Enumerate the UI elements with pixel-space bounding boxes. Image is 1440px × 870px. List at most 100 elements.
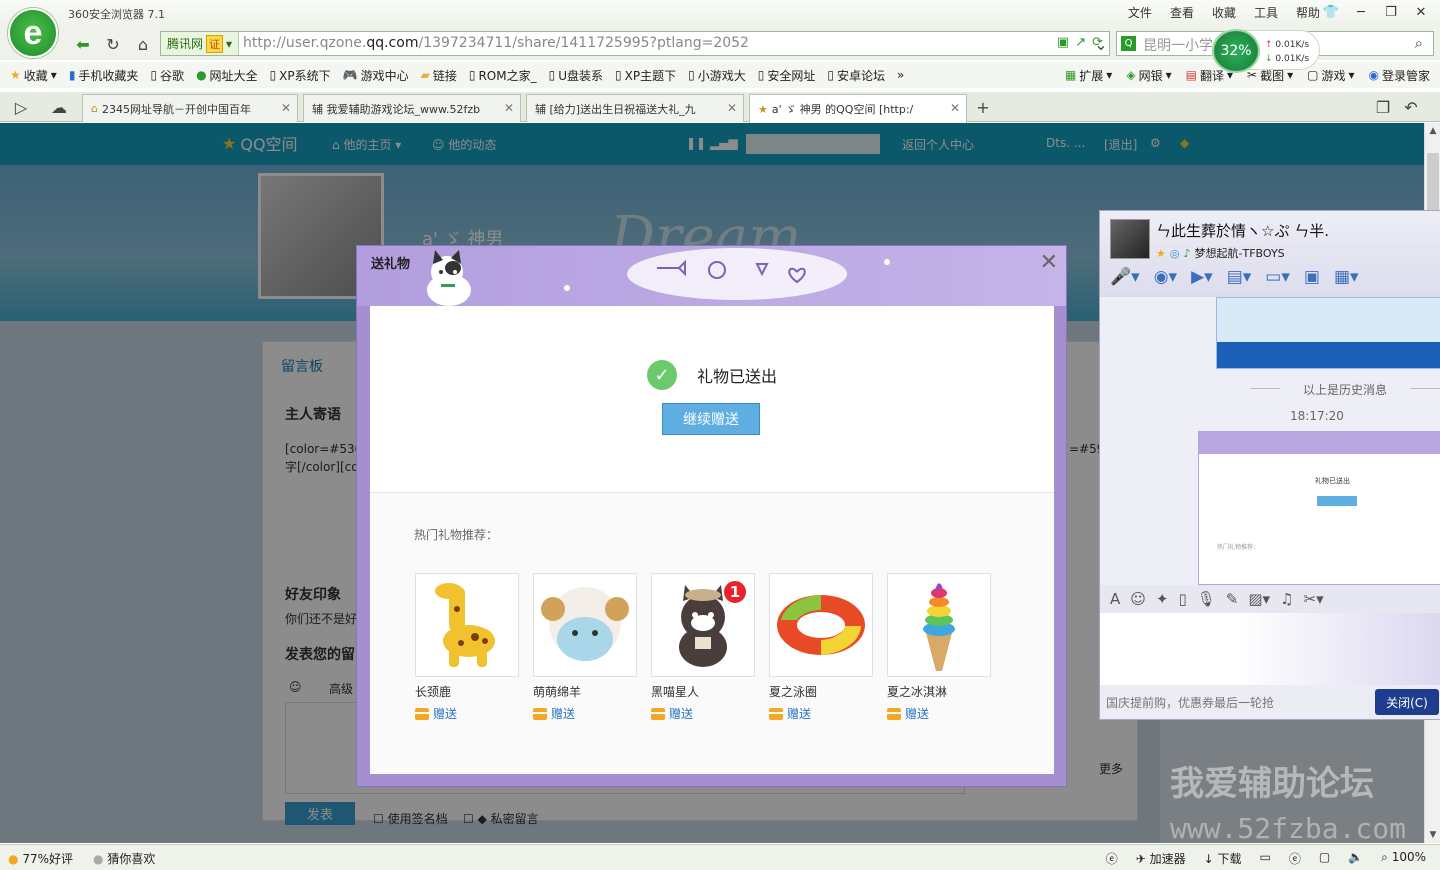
- menu-favorites[interactable]: 收藏: [1212, 4, 1236, 21]
- menu-file[interactable]: 文件: [1128, 4, 1152, 21]
- menu-view[interactable]: 查看: [1170, 4, 1194, 21]
- login-manager-button[interactable]: ◉ 登录管家: [1369, 67, 1431, 84]
- screenshot-message[interactable]: 礼物已送出 热门礼物推荐：: [1198, 431, 1440, 585]
- refresh-icon[interactable]: ↻: [100, 32, 126, 56]
- music-title[interactable]: 梦想起航-TFBOYS: [1195, 245, 1285, 261]
- download-button[interactable]: ↓ 下载: [1204, 850, 1242, 867]
- history-image[interactable]: [1216, 297, 1440, 369]
- ie-icon[interactable]: ⓔ: [1106, 850, 1118, 867]
- compat-icon[interactable]: ⓔ: [1289, 850, 1301, 867]
- close-tab-icon[interactable]: ✕: [950, 101, 960, 115]
- skin-icon[interactable]: 👕: [1318, 2, 1344, 22]
- rating-item[interactable]: ● 77%好评: [8, 850, 73, 867]
- share-icon[interactable]: ↗: [1075, 35, 1086, 50]
- cat-image[interactable]: 1: [651, 573, 755, 677]
- close-tab-icon[interactable]: ✕: [504, 101, 514, 115]
- close-window-button[interactable]: ✕: [1408, 2, 1434, 22]
- gift-send-button[interactable]: 赠送: [415, 705, 519, 722]
- chat-close-button[interactable]: 关闭(C): [1375, 689, 1439, 715]
- sidebar-toggle-icon[interactable]: ▷: [8, 95, 34, 119]
- bookmark-theme[interactable]: ▯ XP主题下: [615, 67, 676, 84]
- gift-send-button[interactable]: 赠送: [887, 705, 991, 722]
- remote-desktop-icon[interactable]: ▭▾: [1265, 267, 1290, 287]
- tab-52fzb[interactable]: 辅 我爱辅助游戏论坛_www.52fzb ✕: [303, 94, 521, 122]
- scissors-icon[interactable]: ✂▾: [1304, 590, 1324, 608]
- mic-icon[interactable]: 🎤▾: [1110, 267, 1140, 287]
- close-tab-icon[interactable]: ✕: [281, 101, 291, 115]
- tab-2345[interactable]: ⌂ 2345网址导航－开创中国百年 ✕: [82, 94, 298, 122]
- tab-birthday[interactable]: 辅 [给力]送出生日祝福送大礼_九 ✕: [526, 94, 744, 122]
- bookmark-favorites[interactable]: ★ 收藏 ▾: [10, 67, 57, 84]
- bookmark-games[interactable]: 🎮 游戏中心: [343, 67, 409, 84]
- close-tab-icon[interactable]: ✕: [727, 101, 737, 115]
- share-screen-icon[interactable]: ▣: [1304, 267, 1320, 287]
- bookmark-links[interactable]: ▰ 链接: [421, 67, 457, 84]
- cloud-icon[interactable]: ☁: [46, 95, 72, 119]
- chat-input[interactable]: [1100, 613, 1440, 685]
- shake-icon[interactable]: ✦: [1156, 590, 1169, 608]
- chat-ad[interactable]: 国庆提前购，优惠券最后一轮抢: [1106, 694, 1274, 711]
- voice-icon[interactable]: 🎙: [1197, 590, 1216, 608]
- sheep-image[interactable]: [533, 573, 637, 677]
- speed-widget[interactable]: 32% 0.01K/s 0.01K/s: [1212, 30, 1320, 71]
- bookmark-rom[interactable]: ▯ ROM之家_: [469, 67, 537, 84]
- browser-logo[interactable]: e: [8, 8, 58, 58]
- bookmark-sites[interactable]: ● 网址大全: [196, 67, 258, 84]
- bookmark-mobile[interactable]: ▮ 手机收藏夹: [69, 67, 139, 84]
- address-bar[interactable]: 腾讯网 证 ▾ http://user.qzone.qq.com/1397234…: [160, 31, 1110, 56]
- minimize-button[interactable]: ─: [1348, 2, 1374, 22]
- ice-cream-image[interactable]: [887, 573, 991, 677]
- bookmark-android[interactable]: ▯ 安卓论坛: [827, 67, 885, 84]
- gift-send-button[interactable]: 赠送: [533, 705, 637, 722]
- music-note-icon[interactable]: ♫: [1280, 590, 1293, 608]
- image-icon[interactable]: ▨▾: [1248, 590, 1270, 608]
- create-group-icon[interactable]: ▤▾: [1227, 267, 1252, 287]
- certificate-badge[interactable]: 腾讯网 证 ▾: [161, 32, 240, 55]
- close-icon[interactable]: ✕: [1040, 250, 1058, 275]
- tab-list-icon[interactable]: ❐: [1370, 95, 1396, 119]
- back-icon[interactable]: ⬅: [70, 32, 96, 56]
- giraffe-image[interactable]: [415, 573, 519, 677]
- bookmark-safe[interactable]: ▯ 安全网址: [758, 67, 816, 84]
- more-bookmarks-icon[interactable]: »: [897, 68, 904, 82]
- continue-gift-button[interactable]: 继续赠送: [662, 403, 760, 435]
- url-text[interactable]: http://user.qzone.qq.com/1397234711/shar…: [243, 35, 749, 51]
- search-input[interactable]: 昆明一小学: [1143, 35, 1213, 55]
- undo-close-icon[interactable]: ↶: [1398, 95, 1424, 119]
- video-icon[interactable]: ◉▾: [1154, 267, 1177, 287]
- menu-help[interactable]: 帮助: [1296, 4, 1320, 21]
- gift-send-button[interactable]: 赠送: [769, 705, 873, 722]
- volume-icon[interactable]: 🔈: [1348, 850, 1363, 867]
- home-icon[interactable]: ⌂: [130, 32, 156, 56]
- scroll-up-icon[interactable]: ▲: [1425, 123, 1440, 139]
- bookmark-google[interactable]: ▯ 谷歌: [150, 67, 184, 84]
- font-icon[interactable]: A: [1110, 590, 1120, 608]
- new-tab-button[interactable]: +: [970, 95, 996, 119]
- file-transfer-icon[interactable]: ▶▾: [1191, 267, 1213, 287]
- contact-avatar[interactable]: [1110, 219, 1150, 259]
- mode-icon[interactable]: ▭: [1259, 850, 1270, 867]
- fullscreen-icon[interactable]: ▢: [1319, 850, 1330, 867]
- swim-ring-image[interactable]: [769, 573, 873, 677]
- guess-item[interactable]: ● 猜你喜欢: [93, 850, 155, 867]
- emoji-icon[interactable]: ☺: [1130, 590, 1146, 608]
- gift-send-button[interactable]: 赠送: [651, 705, 755, 722]
- bookmark-minigames[interactable]: ▯ 小游戏大: [688, 67, 746, 84]
- maximize-button[interactable]: ❐: [1378, 2, 1404, 22]
- tab-qzone[interactable]: ★ a' ゞ 神男 的QQ空间 [http:/ ✕: [749, 94, 967, 123]
- games-button[interactable]: ▢ 游戏 ▾: [1307, 67, 1354, 84]
- search-engine-icon[interactable]: Q: [1121, 36, 1136, 51]
- search-icon[interactable]: ⌕: [1415, 34, 1423, 52]
- zoom-control[interactable]: ⌕ 100%: [1381, 850, 1426, 867]
- edit-icon[interactable]: ✎: [1226, 590, 1239, 608]
- apps-icon[interactable]: ▦▾: [1334, 267, 1359, 287]
- dropdown-icon[interactable]: ⌄: [1088, 32, 1114, 56]
- bookmark-xp[interactable]: ▯ XP系统下: [270, 67, 331, 84]
- scroll-down-icon[interactable]: ▼: [1425, 827, 1440, 843]
- menu-tools[interactable]: 工具: [1254, 4, 1278, 21]
- bookmark-usb[interactable]: ▯ U盘装系: [549, 67, 603, 84]
- bank-button[interactable]: ◈ 网银 ▾: [1126, 67, 1171, 84]
- compat-icon[interactable]: ▣: [1057, 35, 1069, 50]
- accelerator-button[interactable]: ✈ 加速器: [1136, 850, 1186, 867]
- vibrate-icon[interactable]: ▯: [1178, 590, 1186, 608]
